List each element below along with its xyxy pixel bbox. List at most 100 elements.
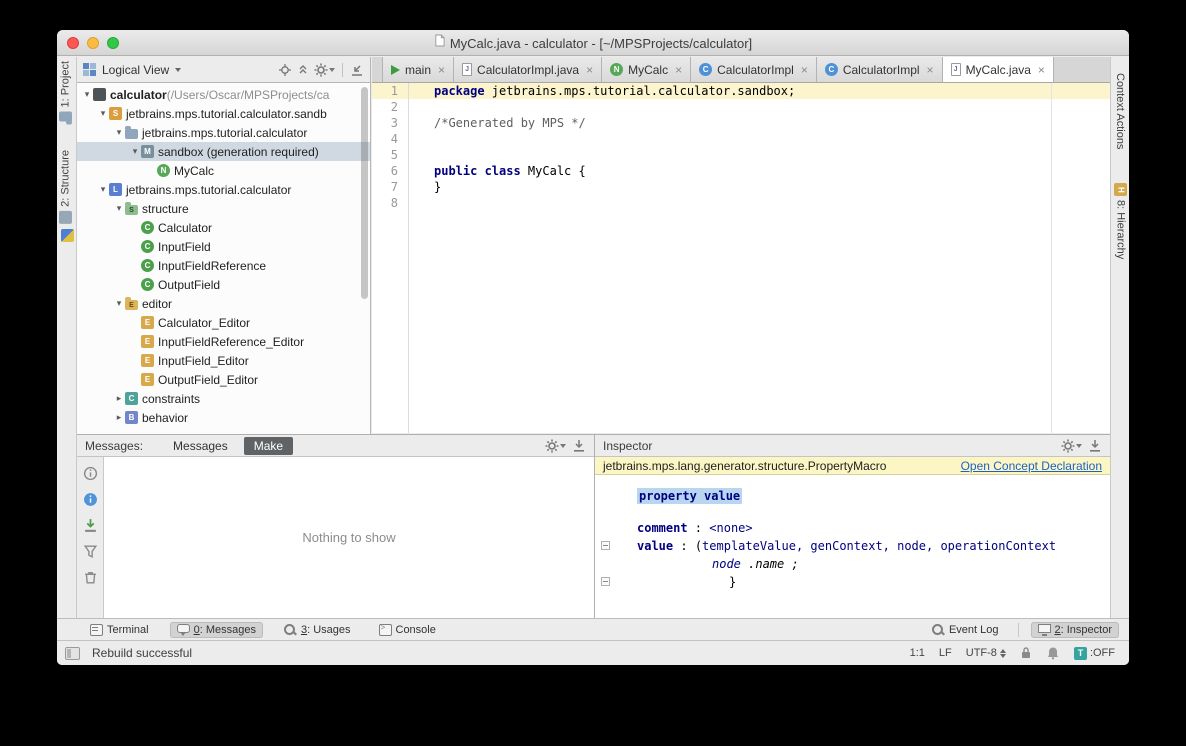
toolbar-separator	[1018, 623, 1019, 637]
expanded-arrow-icon[interactable]: ▾	[113, 127, 125, 138]
minimize-window-button[interactable]	[87, 37, 99, 49]
inspector-editor[interactable]: property value comment : <none> value : …	[595, 475, 1110, 618]
toolwindow-toggle-icon[interactable]	[65, 647, 80, 660]
stripe-button-structure[interactable]: 2: Structure	[59, 150, 72, 224]
tree-item-structure[interactable]: ▾Sstructure	[77, 199, 370, 218]
view-selector[interactable]: Logical View	[102, 63, 169, 77]
close-tab-icon[interactable]: ×	[801, 63, 808, 77]
typesystem-toggle[interactable]: T:OFF	[1074, 647, 1115, 660]
close-tab-icon[interactable]: ×	[438, 63, 445, 77]
expanded-arrow-icon[interactable]: ▾	[129, 146, 141, 157]
close-tab-icon[interactable]: ×	[586, 63, 593, 77]
project-scrollbar[interactable]	[361, 87, 368, 299]
export-results-icon[interactable]	[83, 517, 98, 533]
toolbar-button-2-inspector[interactable]: 2: Inspector	[1031, 622, 1119, 638]
tree-item-outputfield[interactable]: COutputField	[77, 275, 370, 294]
toolbar-button-console[interactable]: Console	[372, 622, 443, 638]
settings-gear-icon[interactable]	[545, 438, 566, 454]
expanded-arrow-icon[interactable]: ▾	[97, 184, 109, 195]
expanded-arrow-icon[interactable]: ▾	[81, 89, 93, 100]
toolbar-button-event-log[interactable]: Event Log	[925, 622, 1006, 638]
hide-panel-icon[interactable]	[350, 62, 364, 78]
filter-icon[interactable]	[83, 543, 98, 559]
chevron-down-icon[interactable]	[175, 68, 181, 72]
tree-item-mycalc[interactable]: NMyCalc	[77, 161, 370, 180]
editor-tab-calculatorimpl[interactable]: CCalculatorImpl×	[817, 57, 943, 82]
editor-tab-calculatorimpl-java[interactable]: JCalculatorImpl.java×	[454, 57, 602, 82]
close-tab-icon[interactable]: ×	[675, 63, 682, 77]
inspector-header: Inspector	[595, 435, 1110, 457]
lock-icon[interactable]	[1020, 646, 1032, 660]
tree-item-jetbrains-mps-tutorial-calculator-sandb[interactable]: ▾Sjetbrains.mps.tutorial.calculator.sand…	[77, 104, 370, 123]
toolbar-button-terminal[interactable]: Terminal	[83, 622, 156, 638]
messages-tab-make[interactable]: Make	[244, 437, 293, 455]
tree-item-calculator[interactable]: CCalculator	[77, 218, 370, 237]
fold-marker[interactable]	[601, 541, 610, 550]
fold-marker[interactable]	[601, 577, 610, 586]
toolbar-button-0-messages[interactable]: 0: Messages	[170, 622, 263, 638]
left-tool-stripe: 1: Project 2: Structure	[57, 57, 77, 618]
editor-tab-calculatorimpl[interactable]: CCalculatorImpl×	[691, 57, 817, 82]
settings-gear-icon[interactable]	[314, 62, 335, 78]
stripe-misc-button[interactable]	[61, 229, 74, 242]
close-tab-icon[interactable]: ×	[927, 63, 934, 77]
balloon-info-icon[interactable]	[83, 491, 98, 507]
export-icon[interactable]	[1088, 438, 1102, 454]
messages-tool-window: Messages: MessagesMake Nothing to show	[77, 434, 594, 618]
tree-item-label: editor	[142, 297, 172, 311]
encoding-selector[interactable]: UTF-8	[966, 647, 1006, 659]
editor-tab-mycalc[interactable]: NMyCalc×	[602, 57, 691, 82]
info-icon[interactable]	[83, 465, 98, 481]
tree-item-editor[interactable]: ▾Eeditor	[77, 294, 370, 313]
caret-position[interactable]: 1:1	[910, 647, 925, 659]
inspector-line	[637, 505, 1110, 519]
toolbar-button-3-usages[interactable]: 3: Usages	[277, 622, 358, 638]
tree-item-sandbox-generation-required[interactable]: ▾Msandbox (generation required)	[77, 142, 370, 161]
zoom-window-button[interactable]	[107, 37, 119, 49]
open-concept-declaration-link[interactable]: Open Concept Declaration	[961, 459, 1102, 473]
line-number: 5	[372, 147, 408, 163]
code-line: 2	[372, 99, 1110, 115]
collapsed-arrow-icon[interactable]: ▸	[113, 393, 125, 404]
editor-tab-mycalc-java[interactable]: JMyCalc.java×	[943, 57, 1054, 82]
expanded-arrow-icon[interactable]: ▾	[97, 108, 109, 119]
collapse-all-icon[interactable]	[296, 62, 310, 78]
notifications-icon[interactable]	[1046, 646, 1060, 660]
stripe-button-context-actions[interactable]: Context Actions	[1114, 73, 1126, 149]
code-editor[interactable]: 1package jetbrains.mps.tutorial.calculat…	[372, 83, 1110, 433]
trash-icon[interactable]	[83, 569, 98, 585]
java-file-icon: J	[462, 63, 472, 76]
tree-item-constraints[interactable]: ▸Cconstraints	[77, 389, 370, 408]
tree-item-inputfield[interactable]: CInputField	[77, 237, 370, 256]
close-tab-icon[interactable]: ×	[1038, 63, 1045, 77]
expanded-arrow-icon[interactable]: ▾	[113, 203, 125, 214]
stripe-button-hierarchy[interactable]: H 8: Hierarchy	[1114, 183, 1127, 259]
code-line: 7}	[372, 179, 1110, 195]
stripe-button-project[interactable]: 1: Project	[59, 61, 72, 124]
tree-item-jetbrains-mps-tutorial-calculator[interactable]: ▾Ljetbrains.mps.tutorial.calculator	[77, 180, 370, 199]
tree-item-inputfield-editor[interactable]: EInputField_Editor	[77, 351, 370, 370]
tree-item-jetbrains-mps-tutorial-calculator[interactable]: ▾jetbrains.mps.tutorial.calculator	[77, 123, 370, 142]
tree-item-inputfieldreference[interactable]: CInputFieldReference	[77, 256, 370, 275]
line-number: 2	[372, 99, 408, 115]
editor-tab-main[interactable]: main×	[382, 57, 454, 82]
tree-item-label: MyCalc	[174, 164, 214, 178]
close-window-button[interactable]	[67, 37, 79, 49]
export-icon[interactable]	[572, 438, 586, 454]
tree-item-inputfieldreference-editor[interactable]: EInputFieldReference_Editor	[77, 332, 370, 351]
tree-item-outputfield-editor[interactable]: EOutputField_Editor	[77, 370, 370, 389]
titlebar[interactable]: MyCalc.java - calculator - [~/MPSProject…	[57, 30, 1129, 56]
messages-title: Messages:	[85, 439, 143, 453]
messages-tab-messages[interactable]: Messages	[163, 437, 238, 455]
tree-item-calculator-editor[interactable]: ECalculator_Editor	[77, 313, 370, 332]
tree-item-behavior[interactable]: ▸Bbehavior	[77, 408, 370, 427]
expanded-arrow-icon[interactable]: ▾	[113, 298, 125, 309]
tree-item-calculator[interactable]: ▾calculator (/Users/Oscar/MPSProjects/ca	[77, 85, 370, 104]
line-separator-indicator[interactable]: LF	[939, 647, 952, 659]
collapsed-arrow-icon[interactable]: ▸	[113, 412, 125, 423]
tree-item-label: InputFieldReference_Editor	[158, 335, 304, 349]
settings-gear-icon[interactable]	[1061, 438, 1082, 454]
property-header: property value	[637, 488, 742, 504]
toolbar-button-label: Console	[396, 624, 436, 636]
locate-icon[interactable]	[278, 62, 292, 78]
